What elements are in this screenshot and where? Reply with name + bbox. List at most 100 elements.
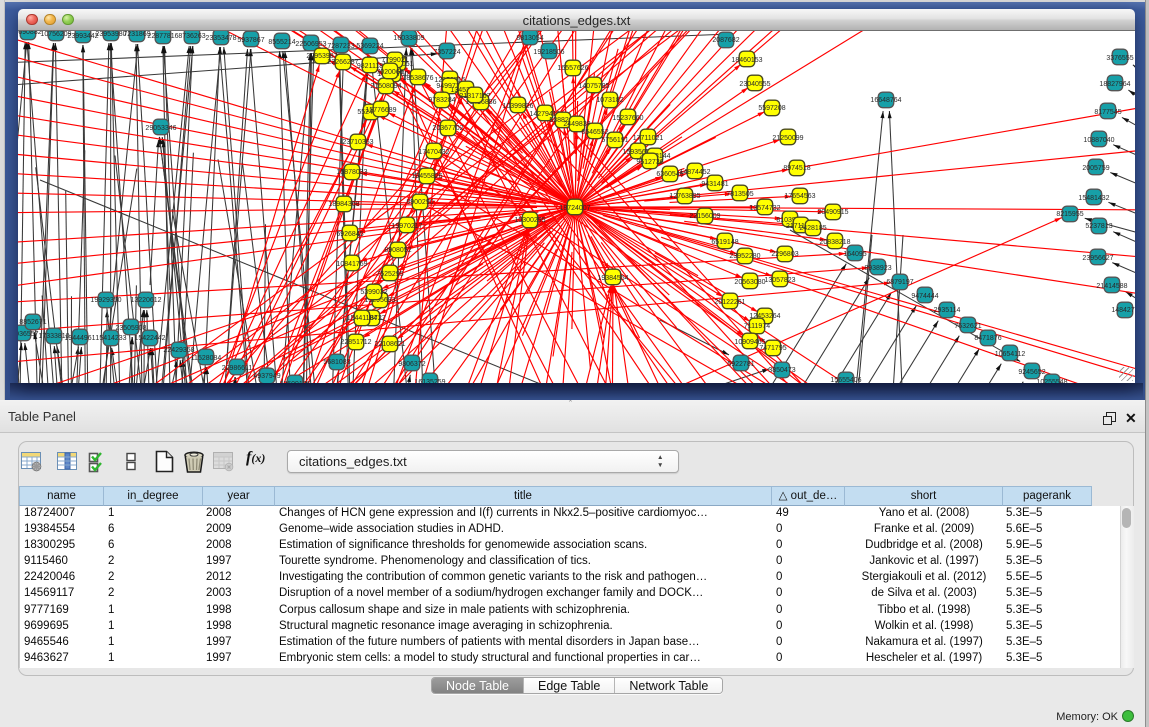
svg-text:22108621: 22108621 xyxy=(374,341,405,348)
svg-text:16557626: 16557626 xyxy=(557,65,588,72)
svg-text:10887040: 10887040 xyxy=(1083,137,1114,144)
svg-text:20367702: 20367702 xyxy=(432,125,463,132)
svg-text:5756191: 5756191 xyxy=(601,137,628,144)
svg-text:23993442: 23993442 xyxy=(67,33,98,40)
svg-text:6879197: 6879197 xyxy=(886,279,913,286)
svg-text:18538676: 18538676 xyxy=(402,75,433,82)
svg-text:19218506: 19218506 xyxy=(533,49,564,56)
svg-text:9474444: 9474444 xyxy=(911,293,938,300)
svg-text:3376555: 3376555 xyxy=(1106,55,1133,62)
svg-text:7287233: 7287233 xyxy=(327,43,354,50)
svg-text:8908052: 8908052 xyxy=(384,247,411,254)
svg-text:8215955: 8215955 xyxy=(1056,211,1083,218)
svg-text:1073182: 1073182 xyxy=(596,97,623,104)
svg-text:13057823: 13057823 xyxy=(764,277,795,284)
svg-text:19384554: 19384554 xyxy=(597,275,628,282)
svg-text:8900290: 8900290 xyxy=(406,199,433,206)
svg-text:17654563: 17654563 xyxy=(784,193,815,200)
svg-text:10255548: 10255548 xyxy=(1036,379,1067,383)
svg-text:23040555: 23040555 xyxy=(739,81,770,88)
svg-text:15300295: 15300295 xyxy=(514,217,545,224)
svg-text:15237660: 15237660 xyxy=(612,115,643,122)
svg-text:8555214: 8555214 xyxy=(268,39,295,46)
svg-text:21250099: 21250099 xyxy=(772,135,803,142)
svg-text:22156009: 22156009 xyxy=(689,213,720,220)
svg-text:20122261: 20122261 xyxy=(714,299,745,306)
svg-text:2005759: 2005759 xyxy=(1082,165,1109,172)
svg-text:22877816: 22877816 xyxy=(147,33,178,40)
svg-text:15878033: 15878033 xyxy=(336,169,367,176)
svg-text:5399032: 5399032 xyxy=(360,289,387,296)
svg-text:7525295: 7525295 xyxy=(376,271,403,278)
svg-text:9806372: 9806372 xyxy=(398,361,425,368)
svg-text:23952280: 23952280 xyxy=(729,253,760,260)
svg-text:19970217: 19970217 xyxy=(391,223,422,230)
svg-text:10841769: 10841769 xyxy=(336,261,367,268)
svg-text:10654112: 10654112 xyxy=(995,351,1026,358)
svg-text:7020066: 7020066 xyxy=(376,69,403,76)
svg-text:14075785: 14075785 xyxy=(578,83,609,90)
svg-text:21508094: 21508094 xyxy=(370,83,401,90)
svg-text:6519148: 6519148 xyxy=(711,239,738,246)
svg-text:6926845: 6926845 xyxy=(336,231,363,238)
svg-text:9245652: 9245652 xyxy=(1018,369,1045,376)
svg-text:2087682: 2087682 xyxy=(712,37,739,44)
svg-text:5922781: 5922781 xyxy=(727,361,754,368)
svg-text:20563080: 20563080 xyxy=(734,279,765,286)
svg-text:22429358: 22429358 xyxy=(163,347,194,354)
svg-text:23505908: 23505908 xyxy=(115,325,146,332)
svg-text:18827964: 18827964 xyxy=(1099,81,1130,88)
svg-text:16648764: 16648764 xyxy=(870,97,901,104)
svg-text:9512736: 9512736 xyxy=(636,159,663,166)
svg-text:11528084: 11528084 xyxy=(191,355,222,362)
svg-text:16033809: 16033809 xyxy=(393,35,424,42)
svg-text:29053346: 29053346 xyxy=(145,125,176,132)
svg-text:18460153: 18460153 xyxy=(731,57,762,64)
svg-text:5237813: 5237813 xyxy=(1085,223,1112,230)
svg-text:8813054: 8813054 xyxy=(516,35,543,42)
svg-text:23353478: 23353478 xyxy=(205,35,236,42)
svg-text:8177545: 8177545 xyxy=(1094,109,1121,116)
svg-text:16135259: 16135259 xyxy=(414,379,445,383)
svg-text:8938923: 8938923 xyxy=(864,265,891,272)
svg-text:19444961: 19444961 xyxy=(64,335,95,342)
svg-text:5369224: 5369224 xyxy=(356,43,383,50)
svg-text:17470432: 17470432 xyxy=(418,149,449,156)
svg-text:8546552: 8546552 xyxy=(581,129,608,136)
svg-text:5597208: 5597208 xyxy=(758,105,785,112)
svg-text:22506953: 22506953 xyxy=(295,41,326,48)
svg-text:20838218: 20838218 xyxy=(819,239,850,246)
svg-text:5681083: 5681083 xyxy=(323,359,350,366)
svg-text:14874452: 14874452 xyxy=(679,169,710,176)
svg-text:12609136: 12609136 xyxy=(279,381,310,383)
svg-text:9690882: 9690882 xyxy=(18,31,42,36)
svg-text:15441184: 15441184 xyxy=(347,315,378,322)
svg-text:1484270: 1484270 xyxy=(1111,307,1135,314)
svg-text:9431481: 9431481 xyxy=(701,181,728,188)
svg-text:2935114: 2935114 xyxy=(934,307,961,314)
svg-text:7632621: 7632621 xyxy=(954,323,981,330)
svg-text:22851712: 22851712 xyxy=(340,339,371,346)
svg-text:7471795: 7471795 xyxy=(759,345,786,352)
svg-text:19929350: 19929350 xyxy=(90,297,121,304)
svg-text:8974518: 8974518 xyxy=(783,165,810,172)
svg-text:5937867: 5937867 xyxy=(237,37,264,44)
svg-text:17711021: 17711021 xyxy=(633,135,664,142)
svg-text:21317167: 21317167 xyxy=(459,93,490,100)
svg-text:15422442: 15422442 xyxy=(134,335,165,342)
svg-text:15776689: 15776689 xyxy=(365,107,396,114)
svg-text:13220612: 13220612 xyxy=(130,297,161,304)
svg-text:15414233: 15414233 xyxy=(95,335,126,342)
svg-text:22986611: 22986611 xyxy=(222,365,253,372)
svg-text:8736263: 8736263 xyxy=(178,33,205,40)
svg-text:2428185: 2428185 xyxy=(799,225,826,232)
svg-text:7357224: 7357224 xyxy=(433,49,460,56)
svg-text:164095: 164095 xyxy=(843,251,866,258)
svg-text:12763895: 12763895 xyxy=(669,193,700,200)
svg-text:8852671: 8852671 xyxy=(19,319,46,326)
svg-text:2296803: 2296803 xyxy=(771,251,798,258)
svg-text:8471876: 8471876 xyxy=(974,335,1001,342)
svg-text:20490915: 20490915 xyxy=(817,209,848,216)
svg-text:12936557: 12936557 xyxy=(18,331,39,338)
svg-text:19455826: 19455826 xyxy=(411,173,442,180)
